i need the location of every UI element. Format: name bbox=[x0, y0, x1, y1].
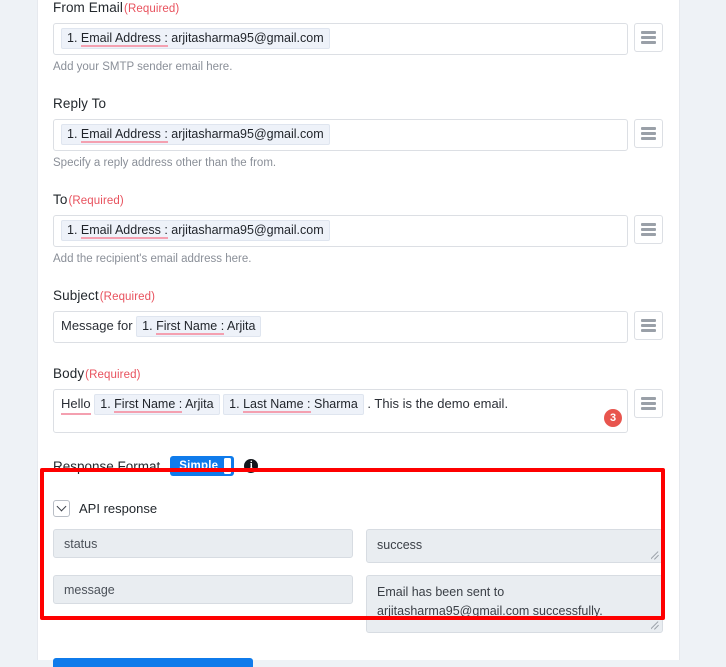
field-help-from-email: Add your SMTP sender email here. bbox=[53, 61, 233, 73]
response-format-row: Response Format Simple i bbox=[53, 456, 663, 476]
chip-index: 1. bbox=[142, 319, 153, 333]
field-subject: Subject(Required) Message for 1. First N… bbox=[53, 288, 663, 343]
label-text: From Email bbox=[53, 0, 124, 15]
screen-root: From Email(Required) 1. Email Address : … bbox=[0, 0, 726, 667]
api-value-field[interactable]: Email has been sent to arjitasharma95@gm… bbox=[366, 575, 663, 633]
chip-key: Email Address : bbox=[80, 223, 168, 239]
input-row-body: Hello 1. First Name : Arjita 1. Last Nam… bbox=[53, 389, 663, 433]
chip-value: arjitasharma95@gmail.com bbox=[171, 127, 324, 141]
chip-index: 1. bbox=[100, 397, 111, 411]
chip-key: First Name : bbox=[156, 319, 225, 335]
api-response-header: API response bbox=[53, 500, 663, 517]
save-and-send-test-request-button[interactable]: Save & Send Test Request bbox=[53, 658, 253, 667]
hamburger-icon[interactable] bbox=[634, 311, 663, 340]
field-reply-to: Reply To 1. Email Address : arjitasharma… bbox=[53, 96, 663, 170]
response-format-toggle[interactable]: Simple bbox=[170, 456, 235, 476]
token-chip[interactable]: 1. Email Address : arjitasharma95@gmail.… bbox=[61, 124, 330, 145]
chip-key: Email Address : bbox=[80, 31, 168, 47]
hamburger-icon[interactable] bbox=[634, 215, 663, 244]
token-chip[interactable]: 1. Last Name : Sharma bbox=[223, 394, 364, 415]
response-format-label: Response Format bbox=[53, 458, 161, 474]
token-chip[interactable]: 1. Email Address : arjitasharma95@gmail.… bbox=[61, 220, 330, 241]
required-marker: (Required) bbox=[99, 291, 156, 303]
api-value-text: success bbox=[377, 538, 423, 552]
chip-value: Arjita bbox=[185, 397, 214, 411]
field-label-from-email: From Email(Required) bbox=[53, 0, 663, 17]
chip-index: 1. bbox=[67, 31, 78, 45]
reply-to-input[interactable]: 1. Email Address : arjitasharma95@gmail.… bbox=[53, 119, 628, 151]
label-text: Subject bbox=[53, 288, 99, 303]
required-marker: (Required) bbox=[124, 3, 180, 15]
subject-input[interactable]: Message for 1. First Name : Arjita bbox=[53, 311, 628, 343]
chip-index: 1. bbox=[67, 223, 78, 237]
status-badge: 3 bbox=[604, 409, 622, 427]
field-from-email: From Email(Required) 1. Email Address : … bbox=[53, 0, 663, 74]
api-value-text: Email has been sent to arjitasharma95@gm… bbox=[377, 585, 603, 618]
chip-value: arjitasharma95@gmail.com bbox=[171, 223, 324, 237]
api-key-field[interactable]: status bbox=[53, 529, 353, 558]
hamburger-icon[interactable] bbox=[634, 23, 663, 52]
chip-key: Last Name : bbox=[243, 397, 311, 413]
chip-key: Email Address : bbox=[80, 127, 168, 143]
api-key-field[interactable]: message bbox=[53, 575, 353, 604]
field-label-reply-to: Reply To bbox=[53, 96, 663, 113]
form-body: From Email(Required) 1. Email Address : … bbox=[53, 0, 663, 667]
chip-index: 1. bbox=[229, 397, 240, 411]
field-body: Body(Required) Hello 1. First Name : Arj… bbox=[53, 366, 663, 433]
toggle-knob bbox=[224, 458, 232, 474]
input-row-from-email: 1. Email Address : arjitasharma95@gmail.… bbox=[53, 23, 663, 55]
field-help-to: Add the recipient's email address here. bbox=[53, 253, 252, 265]
chip-value: Sharma bbox=[314, 397, 358, 411]
label-text: Reply To bbox=[53, 96, 107, 111]
input-row-subject: Message for 1. First Name : Arjita bbox=[53, 311, 663, 343]
hamburger-icon[interactable] bbox=[634, 389, 663, 418]
token-chip[interactable]: 1. First Name : Arjita bbox=[94, 394, 220, 415]
chip-value: Arjita bbox=[226, 319, 256, 333]
input-row-to: 1. Email Address : arjitasharma95@gmail.… bbox=[53, 215, 663, 247]
from-email-input[interactable]: 1. Email Address : arjitasharma95@gmail.… bbox=[53, 23, 628, 55]
hamburger-icon[interactable] bbox=[634, 119, 663, 148]
footer-actions: Save & Send Test Request bbox=[53, 658, 663, 667]
plain-text: Message for bbox=[61, 318, 133, 333]
form-panel: From Email(Required) 1. Email Address : … bbox=[37, 0, 680, 667]
api-response-title: API response bbox=[79, 501, 158, 516]
chevron-down-icon[interactable] bbox=[53, 500, 70, 517]
toggle-value: Simple bbox=[179, 460, 219, 472]
field-to: To(Required) 1. Email Address : arjitash… bbox=[53, 192, 663, 266]
info-icon[interactable]: i bbox=[244, 459, 259, 473]
chip-key: First Name : bbox=[114, 397, 183, 413]
misspelled-word: Hello bbox=[61, 395, 91, 415]
api-response-grid: status success message Email has been se… bbox=[53, 529, 663, 633]
body-input[interactable]: Hello 1. First Name : Arjita 1. Last Nam… bbox=[53, 389, 628, 433]
label-text: To bbox=[53, 192, 68, 207]
field-label-body: Body(Required) bbox=[53, 366, 663, 383]
field-label-subject: Subject(Required) bbox=[53, 288, 663, 305]
input-row-reply-to: 1. Email Address : arjitasharma95@gmail.… bbox=[53, 119, 663, 151]
token-chip[interactable]: 1. First Name : Arjita bbox=[136, 316, 262, 337]
resize-handle[interactable] bbox=[651, 621, 660, 630]
field-help-reply-to: Specify a reply address other than the f… bbox=[53, 157, 277, 169]
api-value-field[interactable]: success bbox=[366, 529, 663, 563]
field-label-to: To(Required) bbox=[53, 192, 663, 209]
label-text: Body bbox=[53, 366, 85, 381]
chip-value: arjitasharma95@gmail.com bbox=[171, 31, 324, 45]
plain-text: . This is the demo email. bbox=[367, 396, 509, 411]
token-chip[interactable]: 1. Email Address : arjitasharma95@gmail.… bbox=[61, 28, 330, 49]
required-marker: (Required) bbox=[68, 195, 124, 207]
required-marker: (Required) bbox=[85, 369, 141, 381]
chip-index: 1. bbox=[67, 127, 78, 141]
api-response-section: API response status success message Emai… bbox=[53, 500, 663, 633]
to-input[interactable]: 1. Email Address : arjitasharma95@gmail.… bbox=[53, 215, 628, 247]
resize-handle[interactable] bbox=[651, 551, 660, 560]
